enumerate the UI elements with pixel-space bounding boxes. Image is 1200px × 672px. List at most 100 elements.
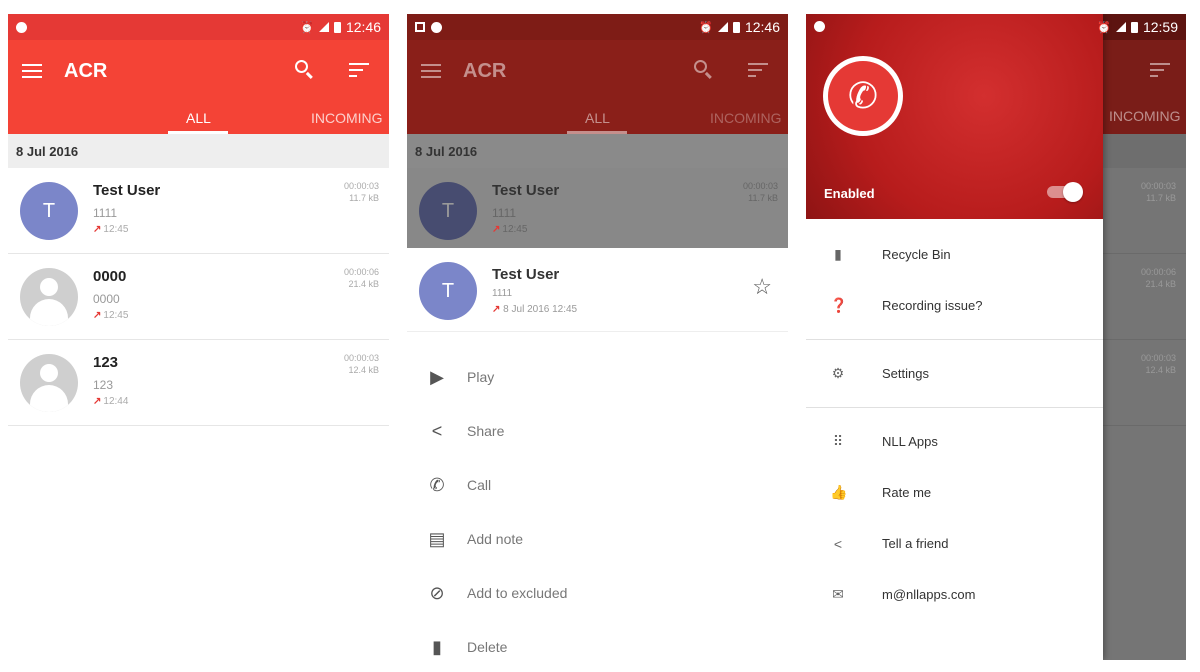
action-label: Play [467, 369, 495, 385]
clock: 12:46 [345, 19, 381, 35]
call-meta: 00:00:06 21.4 kB [344, 266, 379, 290]
call-number: 123 [93, 378, 114, 392]
action-label: Call [467, 477, 492, 493]
call-time-text: 12:44 [103, 396, 129, 407]
share-icon: < [833, 535, 843, 552]
notification-icon [814, 21, 825, 32]
menu-item-recycle-bin[interactable]: ▮ Recycle Bin [806, 229, 1103, 280]
outgoing-arrow-icon: ↗ [93, 310, 102, 321]
block-icon: ⊘ [429, 582, 445, 603]
call-size: 11.7 kB [349, 193, 379, 203]
call-row[interactable]: 0000 0000 ↗ 12:45 00:00:06 21.4 kB [8, 254, 389, 340]
tab-incoming: INCOMING [1103, 102, 1186, 134]
call-time: ↗ 12:45 [492, 224, 527, 235]
action-add-note[interactable]: ▤ Add note [407, 512, 788, 566]
alarm-icon: ⏰ [1097, 21, 1111, 34]
trash-icon: ▮ [834, 246, 842, 262]
drawer-menu: ▮ Recycle Bin ❓ Recording issue? ⚙ Settings… [806, 219, 1103, 620]
call-datetime-text: 8 Jul 2016 12:45 [503, 304, 578, 315]
divider [806, 339, 1103, 340]
star-icon[interactable]: ☆ [752, 274, 772, 300]
call-meta: 00:00:03 11.7 kB [344, 180, 379, 204]
tab-incoming: INCOMING [710, 110, 782, 126]
gear-icon: ⚙ [831, 365, 845, 381]
menu-item-tell-a-friend[interactable]: < Tell a friend [806, 518, 1103, 569]
call-row: T Test User 1111 ↗ 12:45 00:00:03 11.7 kB [407, 168, 788, 254]
action-delete[interactable]: ▮ Delete [407, 620, 788, 660]
alarm-icon: ⏰ [699, 21, 713, 34]
status-bar-right: ⏰ 12:59 [1097, 14, 1178, 40]
signal-icon [318, 22, 329, 32]
call-number: 1111 [93, 206, 118, 220]
notification-icon [431, 21, 442, 33]
call-number: 1111 [492, 206, 517, 220]
call-time: ↗ 12:45 [93, 224, 128, 235]
menu-item-settings[interactable]: ⚙ Settings [806, 348, 1103, 399]
avatar: T [419, 182, 477, 240]
image-icon [415, 22, 425, 32]
menu-item-label: Recording issue? [882, 298, 983, 313]
menu-item-rate-me[interactable]: 👍 Rate me [806, 467, 1103, 518]
tab-indicator [567, 131, 627, 134]
call-name: 123 [93, 354, 119, 371]
call-row[interactable]: T Test User 1111 ↗ 12:45 00:00:03 11.7 kB [8, 168, 389, 254]
menu-item-label: Settings [882, 366, 929, 381]
menu-item-label: Tell a friend [882, 536, 949, 551]
contact-number: 1111 [492, 288, 513, 299]
menu-item-nll-apps[interactable]: ⠿ NLL Apps [806, 416, 1103, 467]
tab-indicator [168, 131, 228, 134]
delete-icon: ▮ [432, 636, 442, 657]
battery-icon [732, 21, 740, 33]
tab-incoming[interactable]: INCOMING [311, 110, 383, 126]
action-add-excluded[interactable]: ⊘ Add to excluded [407, 566, 788, 620]
call-row[interactable]: 123 123 ↗ 12:44 00:00:03 12.4 kB [8, 340, 389, 426]
action-call[interactable]: ✆ Call [407, 458, 788, 512]
menu-icon[interactable] [22, 64, 42, 78]
thumbs-up-icon: 👍 [830, 484, 848, 500]
call-time-text: 12:45 [103, 224, 129, 235]
avatar-placeholder-icon [20, 268, 78, 326]
date-header: 8 Jul 2016 [407, 134, 788, 168]
call-duration: 00:00:03 [1140, 181, 1176, 191]
signal-icon [1115, 22, 1126, 32]
menu-item-label: Recycle Bin [882, 247, 951, 262]
call-time: ↗ 12:45 [93, 310, 128, 321]
screen-navigation-drawer: INCOMING 00:00:03 11.7 kB 00:00:06 21.4 kB… [806, 14, 1186, 660]
app-logo-icon: ✆ [823, 56, 903, 136]
call-datetime: ↗ 8 Jul 2016 12:45 [492, 304, 577, 315]
action-label: Delete [467, 639, 508, 655]
tab-all: ALL [585, 110, 610, 126]
call-duration: 00:00:06 [1140, 267, 1176, 277]
sort-icon [1150, 63, 1170, 77]
call-size: 11.7 kB [1146, 193, 1176, 203]
call-size: 21.4 kB [1145, 279, 1176, 289]
tab-bar: ALL INCOMING [8, 102, 389, 134]
divider [806, 407, 1103, 408]
action-label: Add note [467, 531, 524, 547]
play-icon: ▶ [430, 366, 444, 387]
call-time-text: 12:45 [502, 224, 528, 235]
clock: 12:46 [744, 19, 780, 35]
tab-all[interactable]: ALL [186, 110, 211, 126]
call-meta: 00:00:03 12.4 kB [1103, 340, 1186, 426]
enabled-toggle[interactable] [1047, 182, 1083, 202]
status-bar [806, 14, 1103, 40]
action-share[interactable]: < Share [407, 404, 788, 458]
outgoing-arrow-icon: ↗ [93, 396, 102, 407]
action-play[interactable]: ▶ Play [407, 350, 788, 404]
app-bar: ACR [8, 40, 389, 102]
action-label: Add to excluded [467, 585, 568, 601]
app-bar: ACR [407, 40, 788, 102]
status-bar: ⏰ 12:46 [8, 14, 389, 40]
sort-icon[interactable] [349, 63, 369, 77]
menu-item-label: NLL Apps [882, 434, 938, 449]
menu-icon [421, 64, 441, 78]
menu-item-recording-issue[interactable]: ❓ Recording issue? [806, 280, 1103, 331]
enabled-label: Enabled [824, 186, 875, 201]
search-icon[interactable] [295, 60, 313, 79]
menu-item-email[interactable]: ✉ m@nllapps.com [806, 569, 1103, 620]
call-size: 11.7 kB [748, 193, 778, 203]
contact-name: Test User [492, 266, 560, 283]
call-name: 0000 [93, 268, 127, 285]
tab-bar: ALL INCOMING [407, 102, 788, 134]
